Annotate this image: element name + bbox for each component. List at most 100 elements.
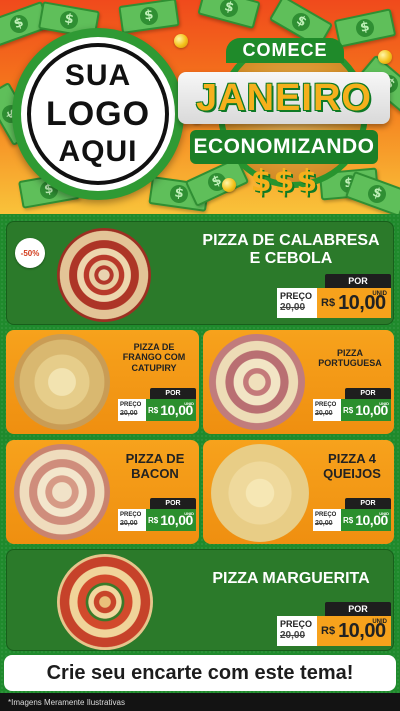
old-price: 20,00	[120, 520, 138, 527]
product-card-4-queijos[interactable]: PIZZA 4 QUEIJOS POR PREÇO 20,00 R$ 10,00…	[203, 440, 394, 544]
featured-title: PIZZA MARGUERITA	[212, 570, 370, 587]
new-price-box: R$ 10,00 UNID	[317, 288, 391, 318]
money-bill-icon	[344, 170, 400, 214]
currency-symbol: R$	[343, 515, 354, 525]
card-price-block: POR PREÇO 20,00 R$ 10,00 UNID	[313, 498, 391, 532]
old-price: 20,00	[280, 302, 306, 313]
cta-banner-text: Crie seu encarte com este tema!	[46, 661, 354, 684]
new-price-box: R$ 10,00 UNID	[146, 399, 196, 421]
logo-text-line: LOGO	[45, 95, 151, 133]
money-bill-icon	[118, 0, 180, 34]
currency-symbol: R$	[321, 625, 336, 637]
coin-icon	[174, 34, 188, 48]
featured-title-line: E CEBOLA	[249, 250, 333, 268]
preco-box: PREÇO 20,00	[277, 616, 317, 646]
promo-economizando-text: ECONOMIZANDO	[193, 135, 375, 158]
por-label: POR	[325, 274, 391, 288]
pizza-marguerita-image	[57, 554, 153, 650]
unid-label: UNID	[379, 511, 389, 516]
card-price-block: POR PREÇO 20,00 R$ 10,00 UNID	[118, 498, 196, 532]
header-banner: SUA LOGO AQUI COMECE JANEIRO ECONOMIZAND…	[0, 0, 400, 214]
pizza-4-queijos-image	[211, 444, 309, 542]
logo-placeholder: SUA LOGO AQUI	[12, 28, 184, 200]
new-price-box: R$ 10,00 UNID	[341, 509, 391, 531]
card-title-line: QUEIJOS	[323, 465, 381, 481]
card-title-line: PIZZA	[337, 348, 363, 358]
card-title-line: PIZZA 4	[328, 451, 376, 466]
preco-box: PREÇO 20,00	[313, 509, 341, 531]
preco-box: PREÇO 20,00	[118, 399, 146, 421]
money-bill-icon	[197, 0, 261, 30]
product-card-bacon[interactable]: PIZZA DE BACON POR PREÇO 20,00 R$ 10,00 …	[6, 440, 199, 544]
card-title: PIZZA DE FRANGO COM CATUPIRY	[112, 342, 196, 373]
preco-label: PREÇO	[280, 619, 313, 629]
featured-card-calabresa[interactable]: -50% PIZZA DE CALABRESA E CEBOLA POR PRE…	[6, 221, 394, 325]
preco-box: PREÇO 20,00	[118, 509, 146, 531]
pizza-bacon-image	[14, 444, 110, 540]
pizza-portuguesa-image	[209, 334, 305, 430]
preco-label: PREÇO	[315, 512, 337, 518]
old-price: 20,00	[120, 410, 138, 417]
card-price-block: POR PREÇO 20,00 R$ 10,00 UNID	[313, 388, 391, 422]
card-title-line: BACON	[131, 465, 179, 481]
new-price-box: R$ 10,00 UNID	[317, 616, 391, 646]
unid-label: UNID	[184, 401, 194, 406]
unid-label: UNID	[372, 619, 387, 625]
promo-comece: COMECE	[226, 38, 344, 63]
featured-price-block: POR PREÇO 20,00 R$ 10,00 UNID	[277, 274, 391, 324]
promo-janeiro: JANEIRO	[178, 72, 390, 124]
card-title: PIZZA PORTUGUESA	[307, 348, 393, 369]
currency-symbol: R$	[148, 515, 159, 525]
preco-label: PREÇO	[120, 512, 142, 518]
card-title-line: CATUPIRY	[131, 362, 177, 373]
currency-symbol: R$	[343, 405, 354, 415]
cta-banner[interactable]: Crie seu encarte com este tema!	[4, 655, 396, 691]
preco-box: PREÇO 20,00	[313, 399, 341, 421]
coin-icon	[378, 50, 392, 64]
unid-label: UNID	[379, 401, 389, 406]
unid-label: UNID	[372, 291, 387, 297]
unid-label: UNID	[184, 511, 194, 516]
money-bill-icon	[333, 8, 397, 48]
featured-title: PIZZA DE CALABRESA E CEBOLA	[187, 232, 393, 269]
old-price: 20,00	[315, 410, 333, 417]
card-price-block: POR PREÇO 20,00 R$ 10,00 UNID	[118, 388, 196, 422]
promo-janeiro-text: JANEIRO	[196, 76, 372, 119]
card-title-line: PIZZA DE	[125, 451, 185, 466]
card-title: PIZZA 4 QUEIJOS	[311, 451, 393, 482]
por-label: POR	[345, 388, 391, 399]
featured-card-marguerita[interactable]: PIZZA MARGUERITA POR PREÇO 20,00 R$ 10,0…	[6, 549, 394, 651]
discount-badge: -50%	[15, 238, 45, 268]
por-label: POR	[345, 498, 391, 509]
por-label: POR	[150, 388, 196, 399]
preco-label: PREÇO	[120, 402, 142, 408]
featured-title-line: PIZZA DE CALABRESA	[202, 232, 380, 249]
product-card-portuguesa[interactable]: PIZZA PORTUGUESA POR PREÇO 20,00 R$ 10,0…	[203, 330, 394, 434]
preco-label: PREÇO	[280, 291, 313, 301]
product-card-frango[interactable]: PIZZA DE FRANGO COM CATUPIRY POR PREÇO 2…	[6, 330, 199, 434]
dollar-signs: $$$	[250, 164, 320, 199]
logo-text-line: SUA	[64, 59, 132, 92]
logo-text-line: AQUI	[58, 135, 138, 168]
pizza-calabresa-image	[57, 228, 151, 322]
promo-economizando: ECONOMIZANDO	[190, 130, 378, 164]
new-price-box: R$ 10,00 UNID	[146, 509, 196, 531]
por-label: POR	[325, 602, 391, 616]
card-title-line: PIZZA DE	[133, 342, 175, 352]
currency-symbol: R$	[321, 297, 336, 309]
por-label: POR	[150, 498, 196, 509]
footer-disclaimer: *Imagens Meramente Ilustrativas	[0, 693, 400, 711]
preco-box: PREÇO 20,00	[277, 288, 317, 318]
featured-price-block: POR PREÇO 20,00 R$ 10,00 UNID	[277, 602, 391, 650]
card-title-line: PORTUGUESA	[318, 358, 382, 369]
new-price-box: R$ 10,00 UNID	[341, 399, 391, 421]
card-title-line: FRANGO COM	[122, 352, 186, 363]
card-title: PIZZA DE BACON	[114, 451, 196, 482]
old-price: 20,00	[280, 630, 306, 641]
pizza-frango-image	[14, 334, 110, 430]
currency-symbol: R$	[148, 405, 159, 415]
footer-disclaimer-text: *Imagens Meramente Ilustrativas	[8, 697, 125, 707]
old-price: 20,00	[315, 520, 333, 527]
coin-icon	[222, 178, 236, 192]
preco-label: PREÇO	[315, 402, 337, 408]
